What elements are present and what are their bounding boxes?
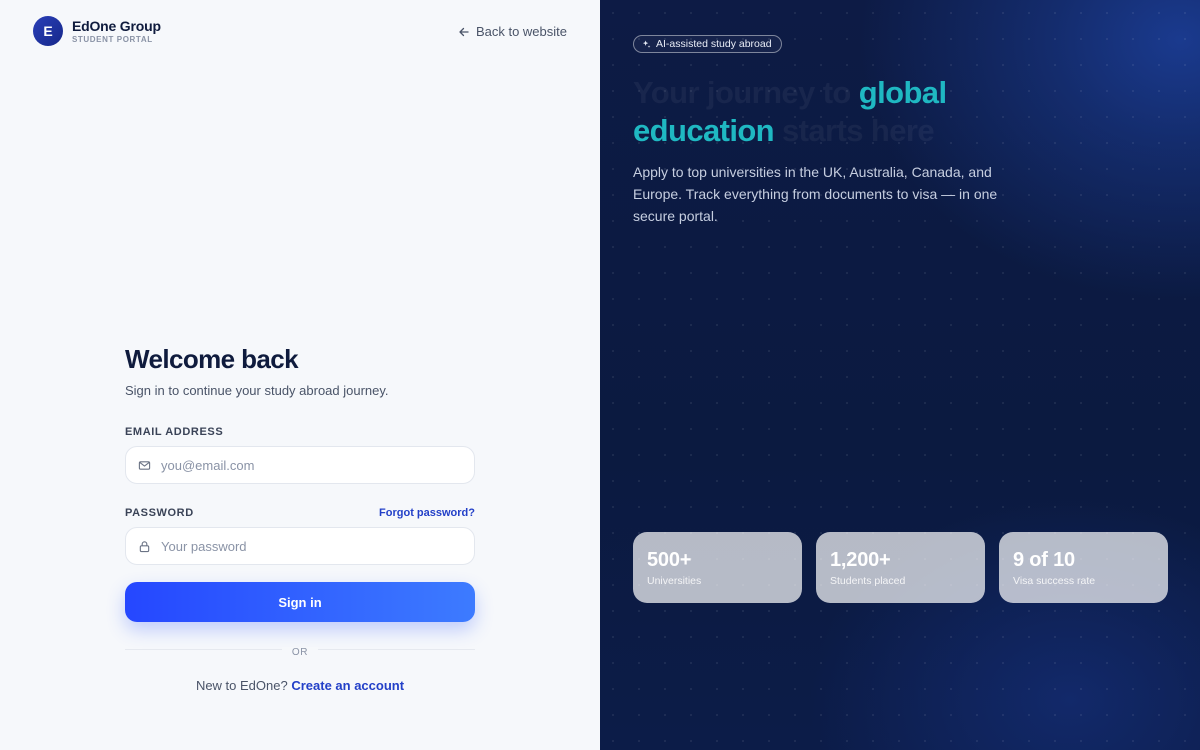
hero-headline: Your journey to global education starts … [633, 74, 1013, 150]
stat-label: Visa success rate [1013, 575, 1096, 587]
email-label: EMAIL ADDRESS [125, 426, 224, 438]
brand-name: EdOne Group [72, 17, 161, 34]
sign-in-button[interactable]: Sign in [125, 582, 475, 622]
sparkle-icon [642, 39, 651, 48]
create-account-link[interactable]: Create an account [291, 678, 404, 693]
email-input[interactable] [161, 457, 451, 473]
hero-panel: AI-assisted study abroad Your journey to… [600, 0, 1200, 750]
password-field-wrapper[interactable] [125, 527, 475, 565]
brand[interactable]: E EdOne Group STUDENT PORTAL [33, 16, 161, 46]
hero-description: Apply to top universities in the UK, Aus… [633, 164, 998, 224]
signup-prompt: New to EdOne? Create an account [125, 678, 475, 693]
stat-label: Students placed [830, 575, 906, 587]
lock-icon [139, 540, 150, 552]
email-field-wrapper[interactable] [125, 446, 475, 484]
divider-label: OR [281, 647, 319, 658]
signup-prompt-text: New to EdOne? [195, 678, 288, 693]
login-form: Welcome back Sign in to continue your st… [125, 344, 475, 693]
back-to-website-link[interactable]: Back to website [458, 24, 567, 39]
headline-part1: Your journey to [633, 75, 859, 110]
badge-label: AI-assisted study abroad [656, 38, 772, 50]
stat-card-visa-success: 9 of 10 Visa success rate [999, 532, 1168, 603]
stat-card-universities: 500+ Universities [633, 532, 802, 603]
stat-value: 1,200+ [830, 549, 891, 571]
arrow-left-icon [459, 27, 469, 36]
stat-card-students-placed: 1,200+ Students placed [816, 532, 985, 603]
or-divider: OR [125, 642, 475, 658]
page-subtitle: Sign in to continue your study abroad jo… [125, 383, 389, 398]
stat-value: 9 of 10 [1013, 549, 1075, 571]
brand-subtitle: STUDENT PORTAL [72, 34, 153, 44]
page-title: Welcome back [125, 344, 299, 374]
password-label: PASSWORD [125, 507, 194, 519]
stat-value: 500+ [647, 549, 692, 571]
back-label: Back to website [475, 24, 567, 39]
stat-label: Universities [647, 575, 702, 587]
forgot-password-link[interactable]: Forgot password? [379, 507, 475, 519]
hero-badge: AI-assisted study abroad [633, 35, 782, 53]
headline-part2: starts here [774, 113, 935, 148]
brand-logo: E [33, 16, 63, 46]
mail-icon [138, 460, 151, 470]
login-panel: E EdOne Group STUDENT PORTAL Back to web… [0, 0, 600, 750]
password-input[interactable] [161, 538, 451, 554]
stats-row: 500+ Universities 1,200+ Students placed… [633, 532, 1168, 603]
